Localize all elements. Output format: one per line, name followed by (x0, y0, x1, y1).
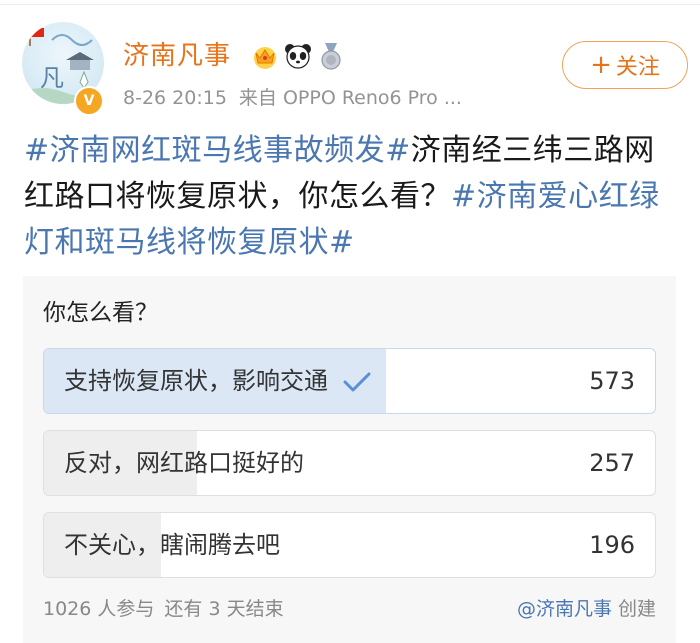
checkmark-icon (343, 372, 371, 392)
follow-label: 关注 (615, 55, 660, 80)
poll-card: 你怎么看？ 支持恢复原状，影响交通 573 反对，网红路口挺好的 257 不关心… (23, 276, 676, 643)
poll-creator: @济南凡事 创建 (517, 596, 656, 622)
post-time: 8-26 20:15 (123, 87, 227, 109)
panda-icon[interactable] (283, 41, 313, 71)
poll-question: 你怎么看？ (43, 300, 158, 326)
poll-option[interactable]: 反对，网红路口挺好的 257 (43, 430, 656, 496)
at-sign: @ (516, 598, 536, 620)
hashtag-link[interactable]: #济南网红斑马线事故频发# (24, 133, 411, 168)
post-text: #济南网红斑马线事故频发#济南经三纬三路网红路口将恢复原状，你怎么看？#济南爱心… (24, 128, 674, 266)
post-meta: 8-26 20:15 来自 OPPO Reno6 Pro ... (123, 85, 462, 111)
top-divider (0, 4, 700, 5)
verified-badge: V (74, 86, 104, 116)
weibo-post-screen: 凡 V 济南凡事 8-26 20:15 来自 OPPO Reno6 Pro ... (0, 0, 700, 643)
post-source: 来自 OPPO Reno6 Pro ... (238, 87, 462, 109)
creator-link[interactable]: @济南凡事 (517, 598, 612, 620)
poll-option[interactable]: 支持恢复原状，影响交通 573 (43, 348, 656, 414)
poll-option[interactable]: 不关心，瞎闹腾去吧 196 (43, 512, 656, 578)
poll-option-text: 支持恢复原状，影响交通 (64, 367, 328, 395)
poll-option-label: 反对，网红路口挺好的 (64, 449, 304, 477)
poll-stats: 1026 人参与 还有 3 天结束 (43, 596, 284, 622)
poll-option-label: 不关心，瞎闹腾去吧 (64, 531, 280, 559)
user-badges (250, 41, 346, 71)
poll-option-count: 573 (589, 367, 635, 395)
crown-icon[interactable] (250, 41, 280, 71)
poll-option-count: 196 (589, 531, 635, 559)
poll-remaining: 还有 3 天结束 (164, 598, 284, 620)
creator-suffix: 创建 (611, 598, 656, 620)
follow-button[interactable]: + 关注 (562, 41, 688, 89)
svg-text:凡: 凡 (40, 64, 64, 92)
poll-option-count: 257 (589, 449, 635, 477)
poll-option-label: 支持恢复原状，影响交通 (64, 349, 372, 413)
plus-icon: + (590, 50, 612, 80)
account-name[interactable]: 济南凡事 (123, 40, 231, 72)
creator-name: 济南凡事 (535, 598, 612, 620)
poll-participants: 1026 人参与 (43, 598, 155, 620)
medal-icon[interactable] (316, 41, 346, 71)
